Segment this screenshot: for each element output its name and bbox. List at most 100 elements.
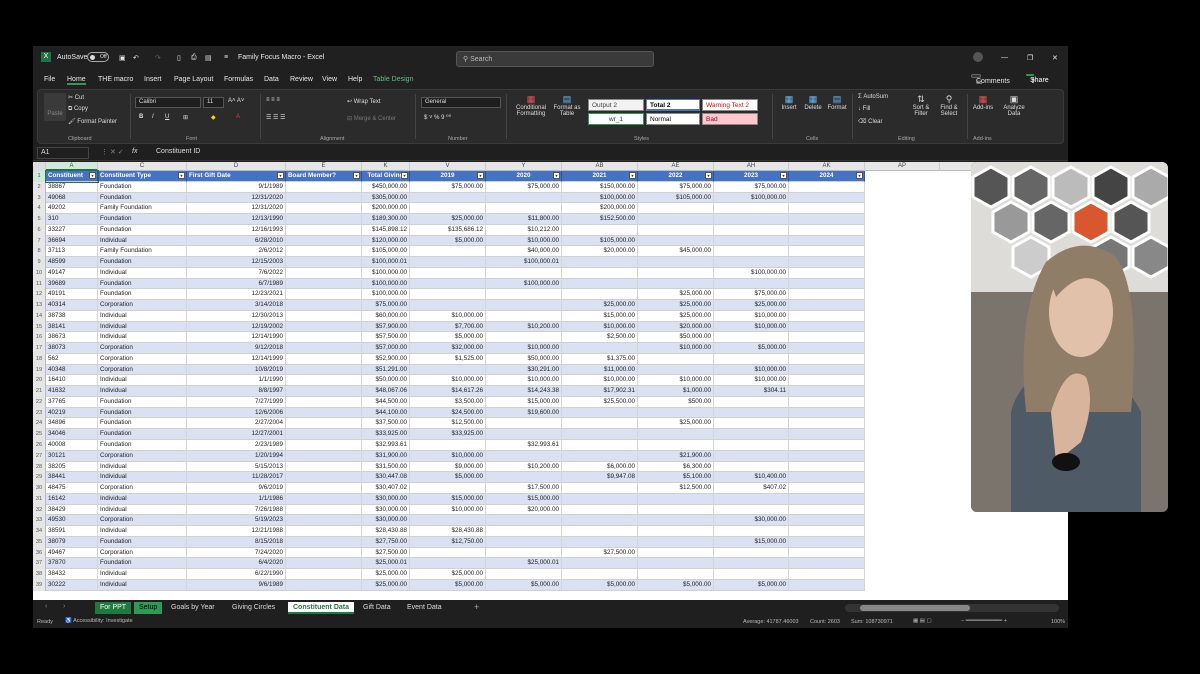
table-cell[interactable]: 9/1/1989 [187,181,286,193]
table-cell[interactable]: 12/23/2021 [187,289,286,301]
table-cell[interactable]: $25,000.01 [486,558,562,570]
autosum-button[interactable]: Σ AutoSum [858,94,888,100]
table-cell[interactable] [714,429,789,440]
font-size-select[interactable]: 11 [203,97,224,108]
table-cell[interactable]: 12/14/1990 [187,332,286,344]
table-cell[interactable]: Corporation [98,343,187,354]
table-cell[interactable]: $17,500.00 [486,483,562,494]
table-cell[interactable]: 12/6/2006 [187,407,286,419]
zoom-level[interactable]: 100% [1051,619,1065,625]
table-cell[interactable] [286,515,362,527]
table-cell[interactable] [562,569,638,580]
paste-button[interactable]: Paste [44,93,66,121]
table-cell[interactable]: $75,000.00 [714,181,789,193]
column-header[interactable]: Y [486,162,562,171]
filter-dropdown-icon[interactable]: ▾ [780,172,787,179]
table-cell[interactable]: $30,291.00 [486,364,562,376]
search-box[interactable]: ⚲ Search [456,51,654,67]
table-cell[interactable] [789,547,865,559]
table-cell[interactable] [410,440,486,451]
row-number[interactable]: 20 [33,375,46,387]
row-number[interactable]: 8 [33,246,46,258]
table-cell[interactable]: Corporation [98,483,187,494]
table-cell[interactable] [562,407,638,419]
table-cell[interactable] [714,214,789,225]
table-cell[interactable] [286,526,362,537]
row-number[interactable]: 37 [33,558,46,570]
table-cell[interactable]: $5,000.00 [714,579,789,591]
table-cell[interactable] [714,246,789,258]
font-color-icon[interactable]: A [236,114,240,120]
table-cell[interactable]: Individual [98,321,187,333]
tab-scroll-right-icon[interactable]: › [63,603,65,610]
table-cell[interactable] [562,450,638,462]
table-cell[interactable]: $10,000.00 [410,310,486,322]
table-cell[interactable]: $28,430.88 [410,526,486,537]
table-cell[interactable] [486,429,562,440]
table-cell[interactable]: $5,000.00 [410,579,486,591]
table-cell[interactable] [714,224,789,236]
row-number[interactable]: 32 [33,504,46,516]
table-cell[interactable]: $30,000.00 [362,504,410,516]
table-cell[interactable] [286,192,362,204]
column-header[interactable]: K [362,162,410,171]
table-cell[interactable] [638,429,714,440]
table-cell[interactable]: Individual [98,386,187,397]
minimize-icon[interactable]: — [1001,54,1008,61]
table-cell[interactable]: $27,500.00 [562,547,638,559]
fill-color-icon[interactable]: ◆ [211,114,216,121]
table-cell[interactable]: 40008 [46,440,98,451]
table-cell[interactable]: $1,375.00 [562,353,638,365]
table-cell[interactable] [410,300,486,311]
table-cell[interactable] [286,214,362,225]
table-cell[interactable] [410,278,486,290]
table-cell[interactable] [789,181,865,193]
table-cell[interactable]: $40,000.00 [486,246,562,258]
table-cell[interactable]: $200,000.00 [562,203,638,215]
table-cell[interactable]: 7/26/1988 [187,504,286,516]
table-cell[interactable] [486,267,562,279]
table-cell[interactable] [714,257,789,268]
table-cell[interactable]: $15,000.00 [486,493,562,505]
table-cell[interactable]: 9/12/2018 [187,343,286,354]
table-cell[interactable] [638,235,714,247]
fx-icon[interactable]: fx [132,148,137,155]
row-number[interactable]: 30 [33,483,46,494]
table-cell[interactable]: $5,000.00 [410,332,486,344]
table-cell[interactable] [789,440,865,451]
table-cell[interactable]: $31,900.00 [362,450,410,462]
table-cell[interactable] [714,407,789,419]
table-cell[interactable]: Foundation [98,536,187,548]
tab-setup[interactable]: Setup [134,602,163,614]
format-painter-button[interactable]: 🖌 Format Painter [68,118,117,125]
table-cell[interactable]: $19,600.00 [486,407,562,419]
column-header[interactable]: AE [638,162,714,171]
row-number[interactable]: 18 [33,353,46,365]
table-cell[interactable]: 16410 [46,375,98,387]
column-header[interactable]: V [410,162,486,171]
table-cell[interactable]: Individual [98,461,187,473]
table-cell[interactable] [638,353,714,365]
row-number[interactable]: 26 [33,440,46,451]
table-cell[interactable] [638,493,714,505]
style-bad[interactable]: Bad [702,113,758,125]
table-cell[interactable]: $1,525.00 [410,353,486,365]
table-cell[interactable]: $15,000.00 [410,493,486,505]
row-number[interactable]: 25 [33,429,46,440]
clear-button[interactable]: ⌫ Clear [858,118,883,125]
table-cell[interactable] [486,515,562,527]
table-cell[interactable] [562,429,638,440]
menu-data[interactable]: Data [264,76,279,83]
table-cell[interactable]: $17,902.31 [562,386,638,397]
table-cell[interactable]: $10,212.00 [486,224,562,236]
table-cell[interactable]: 38429 [46,504,98,516]
table-cell[interactable]: $105,000.00 [562,235,638,247]
table-cell[interactable]: $10,000.00 [714,364,789,376]
table-cell[interactable] [286,300,362,311]
table-cell[interactable]: $105,000.00 [362,246,410,258]
table-cell[interactable]: 38867 [46,181,98,193]
table-cell[interactable]: 48475 [46,483,98,494]
table-cell[interactable] [789,203,865,215]
table-cell[interactable] [789,536,865,548]
table-cell[interactable]: $25,000.00 [362,579,410,591]
